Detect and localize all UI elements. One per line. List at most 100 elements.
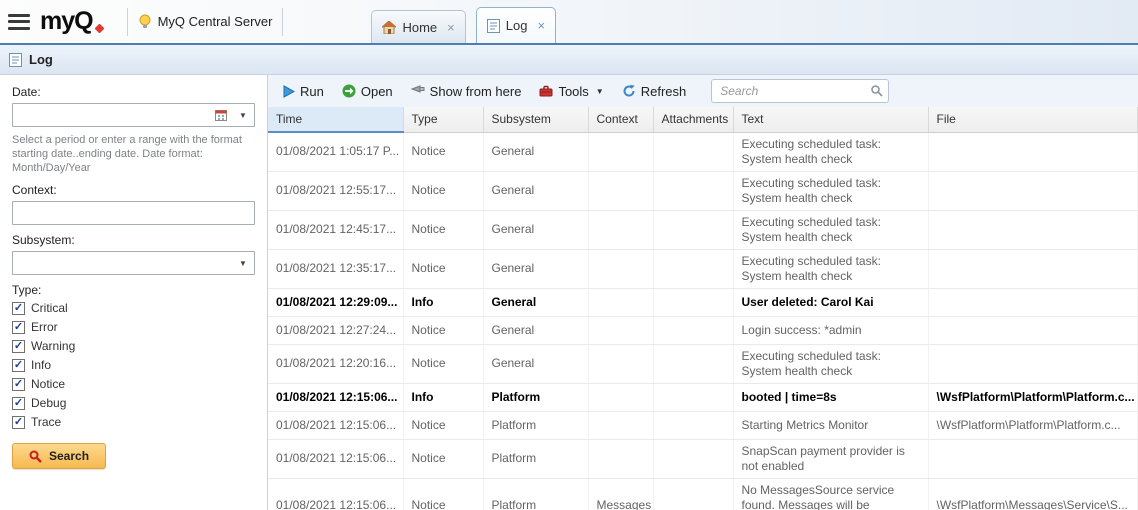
- cell-time: 01/08/2021 12:29:09...: [268, 288, 403, 316]
- run-icon: [283, 85, 295, 98]
- app-window: myQ MyQ Central Server Home × Log: [0, 0, 1138, 510]
- hamburger-menu-icon[interactable]: [8, 14, 30, 30]
- checkbox[interactable]: [12, 321, 25, 334]
- date-dropdown-button[interactable]: ▼: [232, 104, 254, 126]
- cell-type: Notice: [403, 316, 483, 344]
- column-header-context[interactable]: Context: [588, 107, 653, 132]
- date-input[interactable]: [13, 104, 210, 126]
- page-title-bar: Log: [0, 45, 1138, 75]
- cell-subsystem: Platform: [483, 411, 588, 439]
- type-filter-option[interactable]: Notice: [12, 377, 255, 391]
- tab-log[interactable]: Log ×: [476, 7, 556, 43]
- cell-file: [928, 439, 1138, 478]
- cell-type: Notice: [403, 171, 483, 210]
- subsystem-dropdown-button[interactable]: ▼: [232, 252, 254, 274]
- type-filter-option[interactable]: Warning: [12, 339, 255, 353]
- type-filter-option[interactable]: Info: [12, 358, 255, 372]
- app-header: myQ MyQ Central Server Home × Log: [0, 0, 1138, 45]
- log-table-container: Time Type Subsystem Context Attachments …: [268, 107, 1138, 510]
- chevron-down-icon: ▼: [596, 87, 604, 96]
- type-filter-option[interactable]: Critical: [12, 301, 255, 315]
- cell-context: [588, 411, 653, 439]
- table-header-row: Time Type Subsystem Context Attachments …: [268, 107, 1138, 132]
- myq-logo: myQ: [40, 7, 107, 36]
- cell-time: 01/08/2021 12:15:06...: [268, 383, 403, 411]
- toolbox-icon: [539, 85, 553, 97]
- column-header-time[interactable]: Time: [268, 107, 403, 132]
- checkbox[interactable]: [12, 397, 25, 410]
- checkbox-label: Error: [31, 320, 58, 334]
- table-row[interactable]: 01/08/2021 12:35:17... Notice General Ex…: [268, 249, 1138, 288]
- checkbox[interactable]: [12, 302, 25, 315]
- table-row[interactable]: 01/08/2021 12:15:06... Notice Platform S…: [268, 411, 1138, 439]
- refresh-icon: [622, 84, 636, 98]
- search-button-label: Search: [49, 449, 89, 463]
- search-icon[interactable]: [870, 84, 883, 97]
- show-from-here-button[interactable]: Show from here: [404, 81, 529, 102]
- open-button[interactable]: Open: [335, 81, 400, 102]
- cell-context: [588, 288, 653, 316]
- type-filter-option[interactable]: Error: [12, 320, 255, 334]
- cell-attachments: [653, 383, 733, 411]
- log-toolbar: Run Open Show from here: [268, 75, 1138, 107]
- column-header-type[interactable]: Type: [403, 107, 483, 132]
- cell-attachments: [653, 210, 733, 249]
- type-filter-option[interactable]: Debug: [12, 396, 255, 410]
- home-icon: [382, 21, 396, 34]
- log-icon: [9, 53, 22, 67]
- log-search-input[interactable]: [711, 79, 889, 103]
- cell-context: [588, 171, 653, 210]
- checkbox[interactable]: [12, 416, 25, 429]
- cell-type: Notice: [403, 132, 483, 171]
- context-input[interactable]: [12, 201, 255, 225]
- cell-text: SnapScan payment provider is not enabled: [733, 439, 928, 478]
- cell-type: Info: [403, 288, 483, 316]
- cell-type: Notice: [403, 439, 483, 478]
- subsystem-select[interactable]: ▼: [12, 251, 255, 275]
- cell-file: [928, 249, 1138, 288]
- checkbox[interactable]: [12, 378, 25, 391]
- log-table-body: 01/08/2021 1:05:17 P... Notice General E…: [268, 132, 1138, 510]
- run-button[interactable]: Run: [276, 81, 331, 102]
- column-header-file[interactable]: File: [928, 107, 1138, 132]
- table-row[interactable]: 01/08/2021 1:05:17 P... Notice General E…: [268, 132, 1138, 171]
- table-row[interactable]: 01/08/2021 12:15:06... Info Platform boo…: [268, 383, 1138, 411]
- date-label: Date:: [12, 85, 255, 99]
- cell-subsystem: Platform: [483, 383, 588, 411]
- cell-text: Login success: *admin: [733, 316, 928, 344]
- lightbulb-icon: [138, 14, 152, 30]
- column-header-subsystem[interactable]: Subsystem: [483, 107, 588, 132]
- cell-time: 01/08/2021 12:35:17...: [268, 249, 403, 288]
- table-row[interactable]: 01/08/2021 12:55:17... Notice General Ex…: [268, 171, 1138, 210]
- cell-file: [928, 171, 1138, 210]
- subsystem-input[interactable]: [13, 252, 232, 274]
- column-header-attachments[interactable]: Attachments: [653, 107, 733, 132]
- tab-strip: Home × Log ×: [371, 0, 556, 43]
- tab-close-icon[interactable]: ×: [537, 18, 545, 33]
- log-icon: [487, 19, 500, 33]
- checkbox[interactable]: [12, 340, 25, 353]
- search-button[interactable]: Search: [12, 443, 106, 469]
- tab-home[interactable]: Home ×: [371, 10, 465, 43]
- table-row[interactable]: 01/08/2021 12:29:09... Info General User…: [268, 288, 1138, 316]
- checkbox[interactable]: [12, 359, 25, 372]
- calendar-picker-button[interactable]: [210, 104, 232, 126]
- table-row[interactable]: 01/08/2021 12:15:06... Notice Platform S…: [268, 439, 1138, 478]
- table-row[interactable]: 01/08/2021 12:45:17... Notice General Ex…: [268, 210, 1138, 249]
- content: Date: ▼ Select a period or enter a range…: [0, 75, 1138, 510]
- cell-type: Notice: [403, 210, 483, 249]
- table-row[interactable]: 01/08/2021 12:27:24... Notice General Lo…: [268, 316, 1138, 344]
- show-from-here-icon: [411, 85, 425, 97]
- chevron-down-icon: ▼: [239, 111, 247, 120]
- server-name: MyQ Central Server: [138, 14, 273, 30]
- date-field: ▼: [12, 103, 255, 127]
- column-header-text[interactable]: Text: [733, 107, 928, 132]
- tab-close-icon[interactable]: ×: [447, 20, 455, 35]
- date-help-text: Select a period or enter a range with th…: [12, 133, 255, 175]
- cell-text: User deleted: Carol Kai: [733, 288, 928, 316]
- refresh-button[interactable]: Refresh: [615, 81, 694, 102]
- table-row[interactable]: 01/08/2021 12:20:16... Notice General Ex…: [268, 344, 1138, 383]
- table-row[interactable]: 01/08/2021 12:15:06... Notice Platform M…: [268, 478, 1138, 510]
- tools-button[interactable]: Tools ▼: [532, 81, 610, 102]
- type-filter-option[interactable]: Trace: [12, 415, 255, 429]
